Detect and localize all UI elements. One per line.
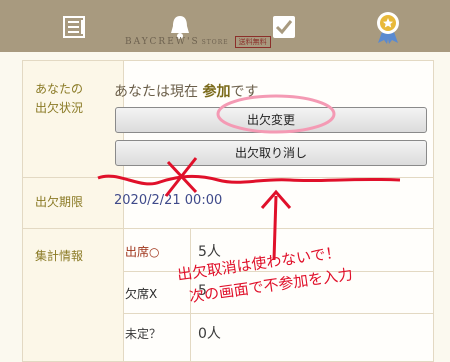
column-divider [123, 61, 124, 361]
summary-row-value: 0人 [198, 326, 221, 342]
status-prefix: あなたは現在 [114, 84, 203, 100]
row-divider [23, 177, 433, 178]
brand-name: BAYCREW'S [125, 37, 200, 47]
summary-row-label: 出席○ [125, 245, 160, 259]
deadline-label: 出欠期限 [35, 195, 84, 209]
summary-row-divider [123, 313, 433, 314]
summary-row-label: 未定？ [125, 327, 162, 341]
summary-row-value: 5 [198, 283, 207, 299]
change-attendance-button[interactable]: 出欠変更 [115, 107, 427, 133]
summary-row-label: 欠席X [125, 287, 158, 301]
attendance-status-text: あなたは現在 参加です [114, 81, 258, 101]
summary-row-value: 5人 [198, 244, 221, 260]
row-divider [23, 228, 433, 229]
summary-label: 集計情報 [35, 249, 84, 263]
cancel-attendance-button[interactable]: 出欠取り消し [115, 140, 427, 166]
brand-suffix: STORE [201, 39, 229, 46]
top-nav-bar: BAYCREW'S STORE 送料無料 [0, 0, 450, 52]
list-icon[interactable] [54, 10, 94, 44]
summary-inner-divider [190, 229, 191, 361]
free-shipping-badge: 送料無料 [234, 36, 271, 48]
attendance-card: あなたの 出欠状況 あなたは現在 参加です 出欠変更 出欠取り消し 出欠期限 2… [22, 60, 434, 362]
status-suffix: です [230, 84, 259, 100]
attendance-status-label: あなたの 出欠状況 [35, 82, 84, 115]
brand-logo: BAYCREW'S STORE 送料無料 [125, 36, 271, 48]
summary-row-divider [123, 271, 433, 272]
status-value: 参加 [202, 84, 231, 100]
badge-icon[interactable] [368, 10, 408, 44]
attendance-label-cell [23, 61, 123, 177]
deadline-value: 2020/2/21 00:00 [114, 193, 223, 208]
